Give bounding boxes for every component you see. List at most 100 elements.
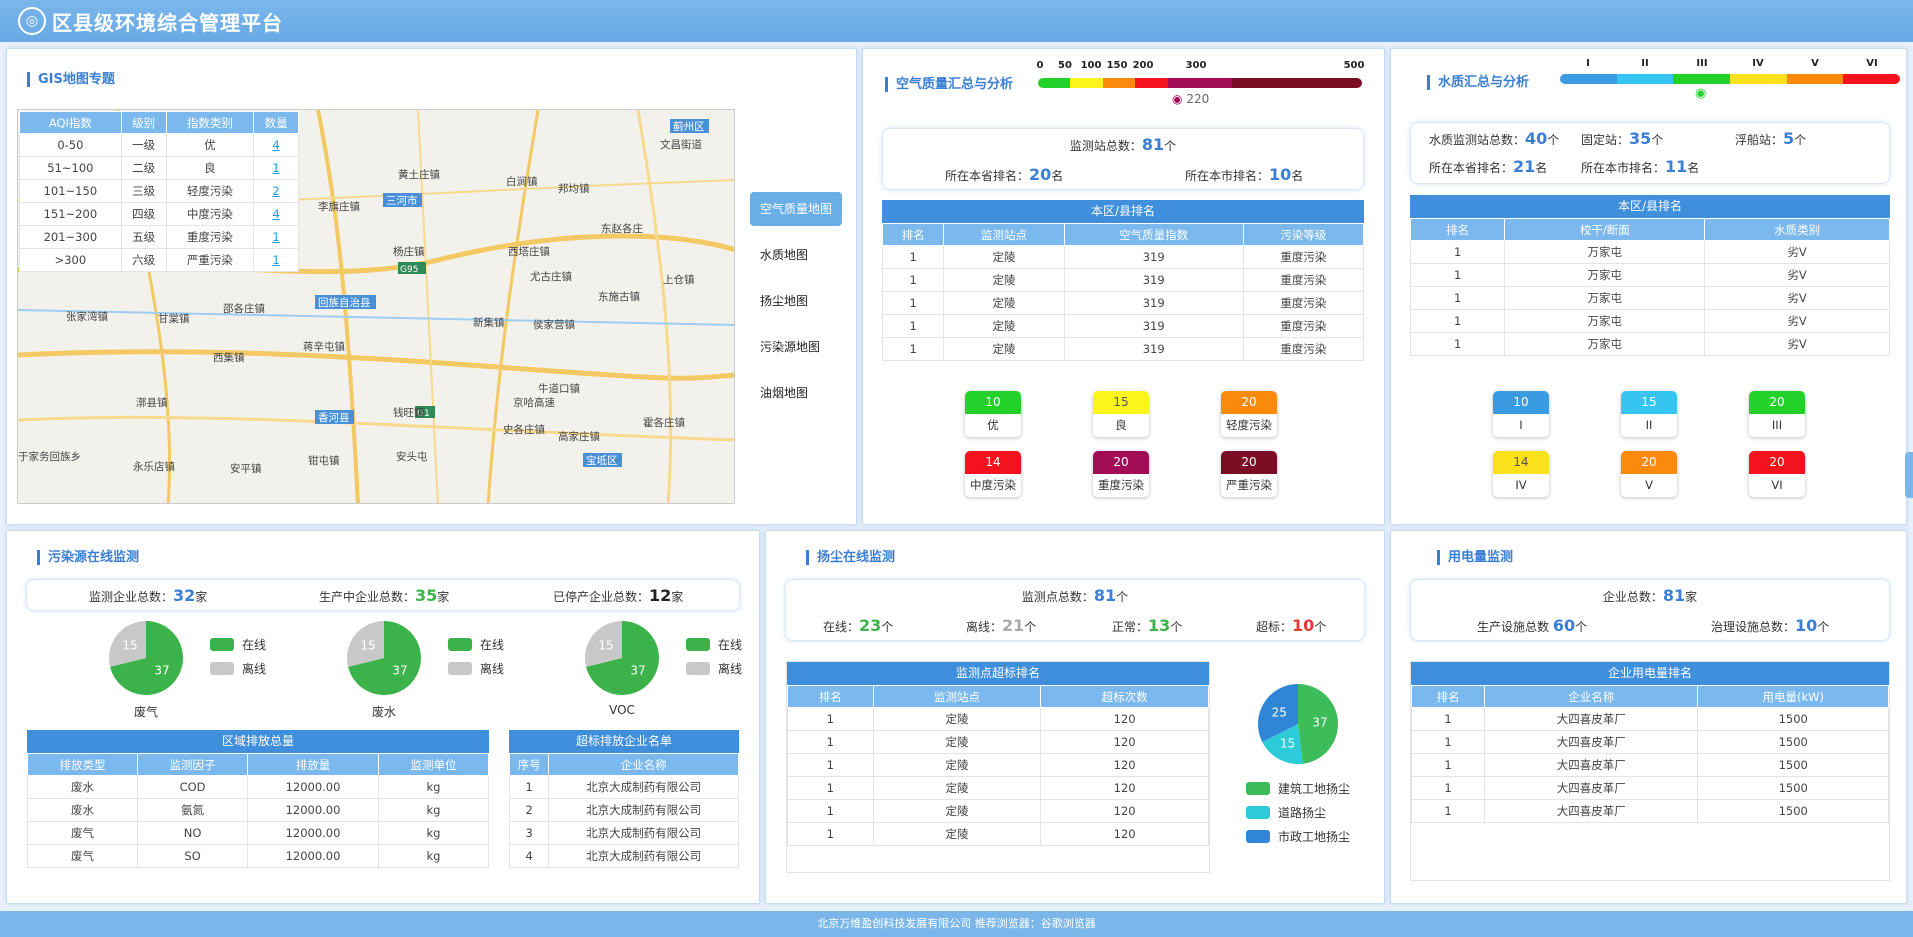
air-cell: 重度污染	[1242, 314, 1365, 338]
dust-points: 81	[1093, 586, 1117, 605]
gis-nav-item[interactable]: 污染源地图	[750, 330, 842, 364]
air-cell: 定陵	[943, 314, 1065, 338]
scale-tick: II	[1641, 58, 1649, 69]
water-col-0: 排名	[1409, 218, 1506, 241]
side-collapse-tab[interactable]	[1905, 452, 1913, 498]
gis-nav-item[interactable]: 扬尘地图	[750, 284, 842, 318]
dust-offline-label: 离线：	[966, 620, 1003, 634]
legend-offline-swatch	[448, 661, 472, 675]
gis-nav-item[interactable]: 水质地图	[750, 238, 842, 272]
power-col-0: 排名	[1410, 685, 1486, 708]
emission-header: 排放类型 监测因子 排放量 监测单位	[26, 753, 490, 776]
water-badge-label: V	[1645, 478, 1653, 492]
pollution-pie-name: 废气	[133, 705, 158, 719]
emission-cell: NO	[137, 821, 249, 845]
water-badge[interactable]: 20 VI	[1749, 451, 1805, 497]
air-station-total: 81	[1141, 135, 1165, 154]
power-cell: 1500	[1697, 707, 1889, 731]
map-place-label: 上仓镇	[663, 273, 695, 286]
water-cell: 1	[1409, 309, 1506, 333]
map-place-label: 钳屯镇	[308, 454, 340, 467]
air-title: 空气质量汇总与分析	[885, 77, 1013, 92]
air-badge-label: 中度污染	[970, 478, 1016, 492]
air-col-1: 监测站点	[943, 223, 1065, 246]
air-badge[interactable]: 20 轻度污染	[1221, 391, 1277, 437]
water-badge[interactable]: 20 V	[1621, 451, 1677, 497]
pie-slice-label: 15	[1280, 736, 1295, 750]
legend-count-link[interactable]: 2	[272, 184, 279, 198]
air-cell: 重度污染	[1242, 245, 1365, 269]
dust-legend-item: 道路扬尘	[1246, 800, 1350, 824]
air-cell: 319	[1063, 245, 1244, 269]
legend-cell: 201~300	[19, 225, 122, 249]
dust-row: 1 定陵 120	[787, 776, 1209, 800]
dust-rank-table: 监测点超标排名 排名 监测站点 超标次数 1 定陵 120 1 定陵 120 1 定陵 120 1 定陵 1…	[786, 661, 1210, 873]
water-title: 水质汇总与分析	[1427, 75, 1529, 90]
power-cell: 1	[1410, 776, 1486, 800]
air-col-0: 排名	[881, 223, 945, 246]
legend-cell: 51~100	[19, 156, 122, 180]
dust-table-body: 1 定陵 120 1 定陵 120 1 定陵 120 1 定陵 120 1 定陵 120 1 定陵 120	[787, 707, 1209, 846]
water-unit-ge-1: 个	[1547, 133, 1560, 147]
map-place-label: 白涧镇	[506, 175, 538, 188]
emission-cell: SO	[137, 844, 249, 868]
air-badge[interactable]: 14 中度污染	[965, 451, 1021, 497]
legend-online: 在线	[448, 632, 504, 656]
dust-legend-item: 建筑工地扬尘	[1246, 776, 1350, 800]
legend-col-0: AQI指数	[19, 111, 122, 134]
air-cell: 1	[881, 245, 945, 269]
power-row: 1 大四喜皮革厂 1500	[1410, 730, 1889, 754]
dust-cell: 定陵	[872, 776, 1042, 800]
water-unit-ge-3: 个	[1794, 133, 1807, 147]
emission-cell: 废气	[26, 821, 139, 845]
water-badge-label: III	[1771, 418, 1783, 432]
air-badge[interactable]: 20 严重污染	[1221, 451, 1277, 497]
air-prov-rank-label: 所在本省排名：	[945, 169, 1030, 183]
legend-count-link[interactable]: 1	[272, 161, 279, 175]
legend-count-link[interactable]: 1	[272, 230, 279, 244]
dust-legend-swatch	[1246, 829, 1270, 843]
dust-pie-chart: 37 15 25	[1258, 684, 1338, 764]
emission-cell: kg	[377, 775, 490, 799]
dust-row: 1 定陵 120	[787, 753, 1209, 777]
power-cell: 1500	[1697, 730, 1889, 754]
map-place-label: 东施古镇	[598, 290, 640, 303]
legend-cell: 4	[253, 202, 299, 226]
water-badge[interactable]: 15 II	[1621, 391, 1677, 437]
air-badge[interactable]: 10 优	[965, 391, 1021, 437]
emission-table: 区域排放总量 排放类型 监测因子 排放量 监测单位 废水 COD 12000.00 kg 废水氨…	[26, 730, 490, 868]
water-badge[interactable]: 14 IV	[1493, 451, 1549, 497]
legend-count-link[interactable]: 4	[272, 207, 279, 221]
air-cell: 319	[1063, 291, 1244, 315]
dust-unit-ge-1: 个	[1116, 590, 1129, 604]
emission-cell: COD	[137, 775, 249, 799]
power-unit-jia: 家	[1685, 590, 1698, 604]
water-row: 1 万家屯 劣V	[1409, 263, 1890, 287]
map-place-label: 京哈高速	[513, 396, 555, 409]
legend-online: 在线	[686, 632, 742, 656]
pollution-pie-legend: 在线 离线	[210, 632, 266, 680]
air-badge[interactable]: 15 良	[1093, 391, 1149, 437]
dust-row: 1 定陵 120	[787, 707, 1209, 731]
legend-offline-label: 离线	[718, 661, 743, 676]
air-city-rank-label: 所在本市排名：	[1185, 169, 1270, 183]
map-place-label: 黄土庄镇	[398, 168, 440, 181]
map-place-label: 尤古庄镇	[530, 270, 572, 283]
gis-nav-item[interactable]: 空气质量地图	[750, 192, 842, 226]
aqi-scale-ticks: 0 50 100 150 200 300 500	[1037, 60, 1365, 72]
power-table-body: 1 大四喜皮革厂 1500 1 大四喜皮革厂 1500 1 大四喜皮革厂 1500 1 大四喜皮革厂…	[1410, 707, 1889, 823]
air-cell: 319	[1063, 314, 1244, 338]
pollution-unit-1: 家	[195, 590, 208, 604]
legend-cell: >300	[19, 248, 122, 272]
gis-nav-item[interactable]: 油烟地图	[750, 376, 842, 410]
app-footer: 北京万维盈创科技发展有限公司 推荐浏览器：谷歌浏览器	[0, 911, 1913, 937]
legend-count-link[interactable]: 4	[272, 138, 279, 152]
pollution-monitored: 32	[173, 586, 196, 605]
emission-caption: 区域排放总量	[27, 730, 489, 753]
air-badge[interactable]: 20 重度污染	[1093, 451, 1149, 497]
water-badge[interactable]: 20 III	[1749, 391, 1805, 437]
pollution-unit-3: 家	[671, 590, 684, 604]
legend-col-3: 数量	[253, 111, 299, 134]
legend-count-link[interactable]: 1	[272, 253, 279, 267]
water-badge[interactable]: 10 I	[1493, 391, 1549, 437]
